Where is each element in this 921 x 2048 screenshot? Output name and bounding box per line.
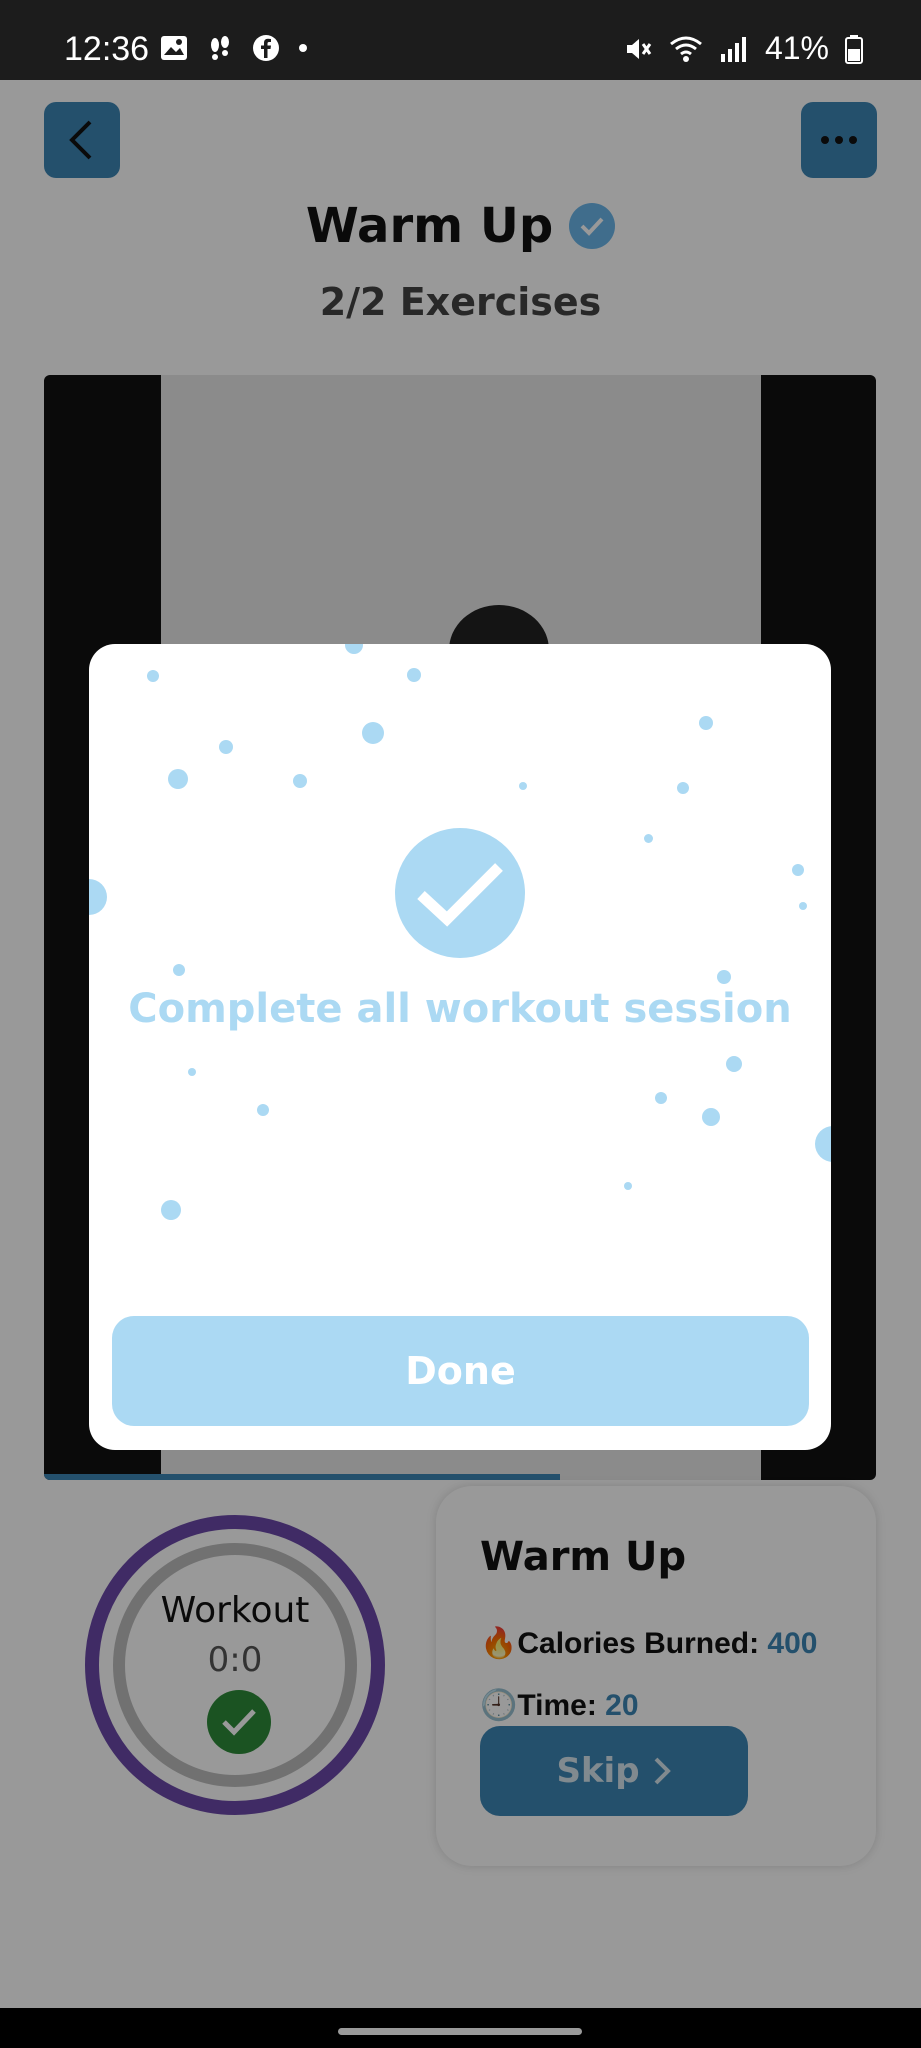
notification-icons [160,34,308,62]
done-button[interactable]: Done [112,1316,809,1426]
confetti-dot [726,1056,742,1072]
signal-icon [720,36,746,62]
confetti-dot [519,782,527,790]
confetti-dot [407,668,421,682]
confetti-dot [699,716,713,730]
confetti-dot [188,1068,196,1076]
confetti-dot [799,902,807,910]
confetti-dot [677,782,689,794]
home-indicator[interactable] [338,2028,582,2035]
facebook-icon [253,35,279,61]
system-nav-bar [0,2008,921,2048]
confetti-dot [257,1104,269,1116]
status-time: 12:36 [64,30,150,68]
completion-message: Complete all workout session [128,986,792,1032]
image-icon [161,36,187,60]
mute-icon [626,38,652,59]
dot-icon [299,44,307,52]
confetti-dot [624,1182,632,1190]
confetti-dot [161,1200,181,1220]
confetti-dot [173,964,185,976]
confetti-dot [362,722,384,744]
confetti-dot [644,834,653,843]
completion-dialog: Complete all workout session Done [89,644,831,1450]
confetti-dot [815,1126,831,1162]
confetti-dot [655,1092,667,1104]
footsteps-icon [211,36,229,60]
battery-percent: 41% [764,30,829,66]
confetti-dot [293,774,307,788]
success-check-icon [395,828,525,958]
confetti-dot [792,864,804,876]
confetti-dot [89,879,107,915]
status-bar: 12:36 41% [0,0,921,80]
confetti-dot [345,644,363,654]
confetti-dot [219,740,233,754]
confetti-dot [717,970,731,984]
wifi-icon [670,36,702,62]
battery-icon [845,34,863,64]
confetti-dot [168,769,188,789]
confetti-dot [147,670,159,682]
confetti-dot [702,1108,720,1126]
